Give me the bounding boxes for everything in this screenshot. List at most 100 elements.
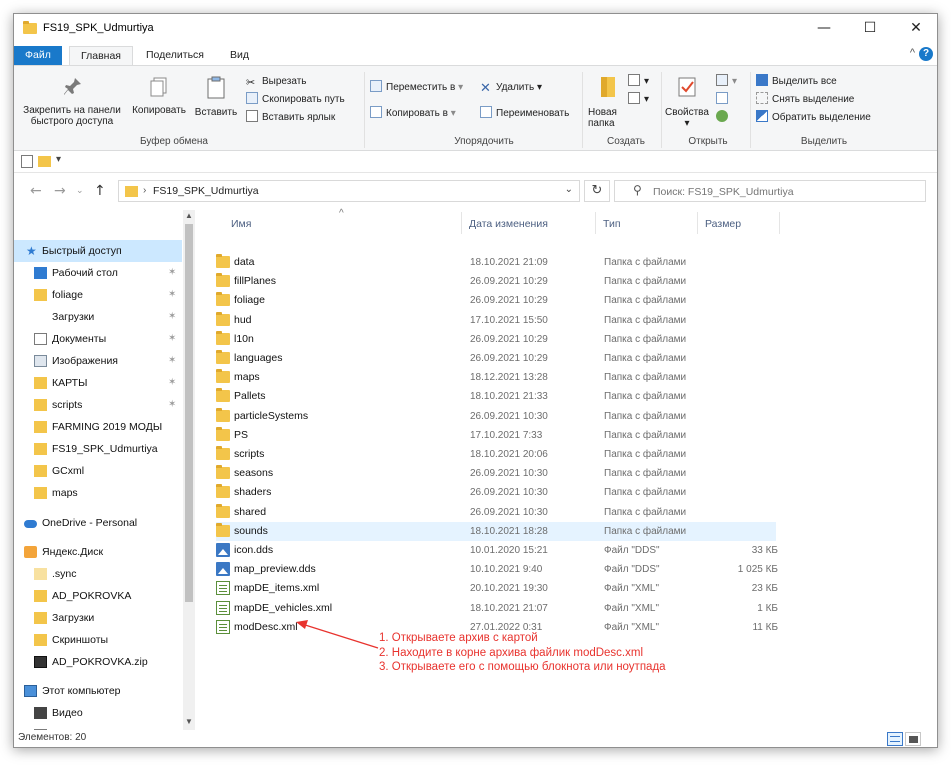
file-row[interactable]: scripts 18.10.2021 20:06 Папка с файлами	[216, 445, 776, 464]
select-none-button[interactable]: Снять выделение	[756, 92, 854, 108]
minimize-button[interactable]: —	[801, 14, 847, 44]
rename-button[interactable]: Переименовать	[480, 106, 569, 122]
nav-yandex-item-1[interactable]: AD_POKROVKA	[14, 585, 182, 607]
copy-to-button[interactable]: Копировать в ▾	[370, 106, 456, 122]
file-row[interactable]: Pallets 18.10.2021 21:33 Папка с файлами	[216, 387, 776, 406]
nav-item-5[interactable]: КАРТЫ ✶	[14, 372, 182, 394]
nav-scrollbar-thumb[interactable]	[185, 224, 193, 602]
nav-item-2[interactable]: Загрузки ✶	[14, 306, 182, 328]
file-row[interactable]: fillPlanes 26.09.2021 10:29 Папка с файлам…	[216, 272, 776, 291]
search-input[interactable]	[653, 184, 913, 199]
file-row[interactable]: maps 18.12.2021 13:28 Папка с файлами	[216, 368, 776, 387]
file-row[interactable]: map_preview.dds 10.10.2021 9:40 Файл "DDS"…	[216, 560, 778, 579]
forward-arrow-icon[interactable]: →	[54, 183, 66, 199]
select-all-button[interactable]: Выделить все	[756, 74, 837, 90]
search-box[interactable]: ⚲	[614, 180, 926, 202]
file-row[interactable]: data 18.10.2021 21:09 Папка с файлами	[216, 253, 776, 272]
new-folder-icon[interactable]	[38, 156, 51, 167]
maximize-button[interactable]: ☐	[847, 14, 893, 44]
paste-shortcut-button[interactable]: Вставить ярлык	[246, 110, 335, 126]
nav-yandex-item-2[interactable]: Загрузки	[14, 607, 182, 629]
file-row[interactable]: sounds 18.10.2021 18:28 Папка с файлами	[216, 521, 776, 541]
open-button[interactable]: ▾	[716, 74, 737, 90]
file-row[interactable]: shaders 26.09.2021 10:30 Папка с файлами	[216, 483, 776, 502]
file-row[interactable]: l10n 26.09.2021 10:29 Папка с файлами	[216, 330, 776, 349]
clipboard-group-label: Буфер обмена	[140, 136, 208, 147]
nav-yandex-item-0[interactable]: .sync	[14, 563, 182, 585]
nav-quick-access[interactable]: ★ Быстрый доступ	[14, 240, 182, 262]
file-row[interactable]: icon.dds 10.01.2020 15:21 Файл "DDS" 33 КБ	[216, 541, 778, 560]
nav-item-6[interactable]: scripts ✶	[14, 394, 182, 416]
nav-pc-item-0[interactable]: Видео	[14, 702, 182, 724]
pin-label-1: Закрепить на панели	[23, 105, 121, 116]
nav-scrollbar[interactable]: ▲ ▼	[183, 210, 195, 730]
breadcrumb[interactable]: FS19_SPK_Udmurtiya	[153, 185, 259, 197]
scroll-up-icon[interactable]: ▲	[185, 211, 193, 220]
file-row[interactable]: foliage 26.09.2021 10:29 Папка с файлами	[216, 291, 776, 310]
scroll-down-icon[interactable]: ▼	[185, 717, 193, 726]
nav-item-0[interactable]: Рабочий стол ✶	[14, 262, 182, 284]
tab-file[interactable]: Файл	[14, 46, 62, 66]
nav-item-8[interactable]: FS19_SPK_Udmurtiya	[14, 438, 182, 460]
properties-icon[interactable]	[21, 155, 33, 168]
file-row[interactable]: shared 26.09.2021 10:30 Папка с файлами	[216, 503, 776, 522]
nav-item-1[interactable]: foliage ✶	[14, 284, 182, 306]
tab-home[interactable]: Главная	[69, 46, 133, 66]
folder-icon	[216, 330, 230, 345]
annotation-line-3: 3. Открываете его с помощью блокнота или…	[379, 661, 666, 673]
history-button[interactable]	[716, 110, 732, 126]
nav-yandex-disk[interactable]: Яндекс.Диск	[14, 541, 182, 563]
invert-selection-button[interactable]: Обратить выделение	[756, 110, 871, 126]
easy-access-icon	[628, 92, 640, 104]
recent-locations-icon[interactable]: ⌄	[76, 186, 84, 196]
delete-button[interactable]: ✕ Удалить ▾	[480, 80, 542, 96]
paste-button[interactable]: Вставить	[190, 76, 242, 118]
nav-yandex-item-3[interactable]: Скриншоты	[14, 629, 182, 651]
address-dropdown-icon[interactable]: ⌄	[565, 184, 573, 195]
column-header-date[interactable]: Дата изменения	[469, 210, 548, 236]
new-item-button[interactable]: ▾	[628, 74, 649, 90]
nav-item-3[interactable]: Документы ✶	[14, 328, 182, 350]
help-icon[interactable]: ?	[919, 47, 933, 61]
nav-item-10[interactable]: maps	[14, 482, 182, 504]
column-header-type[interactable]: Тип	[603, 210, 621, 236]
folder-icon	[34, 590, 47, 602]
nav-this-pc[interactable]: Этот компьютер	[14, 680, 182, 702]
up-arrow-icon[interactable]: ↑	[94, 183, 106, 199]
large-icons-view-button[interactable]	[905, 732, 921, 746]
tab-view[interactable]: Вид	[219, 46, 260, 66]
file-row[interactable]: particleSystems 26.09.2021 10:30 Папка с ф…	[216, 407, 776, 426]
file-row[interactable]: hud 17.10.2021 15:50 Папка с файлами	[216, 311, 776, 330]
copy-button[interactable]: Копировать	[130, 76, 188, 116]
back-arrow-icon[interactable]: ←	[30, 183, 42, 199]
nav-onedrive[interactable]: OneDrive - Personal	[14, 512, 182, 534]
details-view-button[interactable]	[887, 732, 903, 746]
file-date: 26.09.2021 10:30	[470, 410, 548, 422]
file-row[interactable]: mapDE_items.xml 20.10.2021 19:30 Файл "XML…	[216, 579, 778, 598]
new-folder-button[interactable]: Новая папка	[588, 74, 628, 129]
column-header-size[interactable]: Размер	[705, 210, 741, 236]
pin-to-quick-access-button[interactable]: Закрепить на панели быстрого доступа	[16, 76, 128, 127]
file-row[interactable]: PS 17.10.2021 7:33 Папка с файлами	[216, 426, 776, 445]
ribbon-collapse-icon[interactable]: ^	[910, 47, 915, 59]
move-to-button[interactable]: Переместить в ▾	[370, 80, 463, 96]
edit-button[interactable]	[716, 92, 732, 108]
copy-path-button[interactable]: Скопировать путь	[246, 92, 345, 108]
column-header-name[interactable]: Имя	[231, 210, 251, 236]
nav-yandex-item-4[interactable]: AD_POKROVKA.zip	[14, 651, 182, 673]
nav-item-4[interactable]: Изображения ✶	[14, 350, 182, 372]
file-row[interactable]: seasons 26.09.2021 10:30 Папка с файлами	[216, 464, 776, 483]
file-row[interactable]: languages 26.09.2021 10:29 Папка с файлами	[216, 349, 776, 368]
nav-item-9[interactable]: GCxml	[14, 460, 182, 482]
properties-button[interactable]: Свойства ▾	[664, 74, 710, 129]
easy-access-button[interactable]: ▾	[628, 92, 649, 108]
close-button[interactable]: ✕	[893, 14, 937, 44]
cut-button[interactable]: ✂ Вырезать	[246, 74, 306, 90]
customize-toolbar-icon[interactable]: ▾	[56, 154, 61, 165]
file-type: Папка с файлами	[604, 372, 687, 384]
file-type: Папка с файлами	[604, 353, 687, 364]
tab-share[interactable]: Поделиться	[135, 46, 215, 66]
address-bar[interactable]: › FS19_SPK_Udmurtiya ⌄	[118, 180, 580, 202]
refresh-button[interactable]: ↻	[584, 180, 610, 202]
nav-item-7[interactable]: FARMING 2019 МОДЫ	[14, 416, 182, 438]
